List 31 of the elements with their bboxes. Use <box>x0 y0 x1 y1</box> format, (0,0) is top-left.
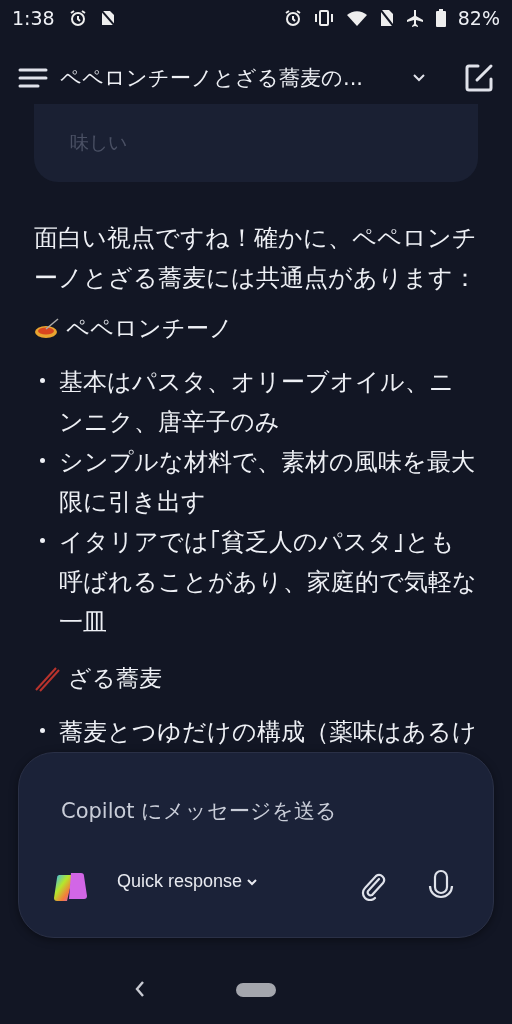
response-mode-dropdown[interactable]: Quick response <box>117 871 259 892</box>
vibrate-icon <box>313 10 334 26</box>
section-heading: ざる蕎麦 <box>68 664 162 693</box>
bullet-text: シンプルな材料で、素材の風味を最大限に引き出す <box>59 447 476 518</box>
bullet-text: イタリアでは｢貧乏人のパスタ｣とも呼ばれることがあり、家庭的で気軽な一皿 <box>59 527 478 638</box>
no-sim-icon <box>100 10 115 26</box>
alarm-icon <box>283 9 302 27</box>
bullet-dot <box>40 378 45 383</box>
chevron-down-icon[interactable] <box>412 73 426 83</box>
response-paragraph: 面白い視点ですね！確かに、ペペロンチーノとざる蕎麦には共通点があります： <box>34 223 478 294</box>
bullet-dot <box>40 458 45 463</box>
wifi-icon <box>345 9 368 27</box>
menu-icon[interactable] <box>18 67 48 89</box>
section-heading: ペペロンチーノ <box>66 314 233 343</box>
chevron-down-icon[interactable] <box>246 877 259 886</box>
new-chat-icon[interactable] <box>464 63 494 93</box>
paperclip-icon[interactable] <box>359 871 387 901</box>
status-time: 1:38 <box>12 7 55 29</box>
spaghetti-icon <box>34 315 60 341</box>
bullet-dot <box>40 728 45 733</box>
message-placeholder[interactable]: Copilot にメッセージを送る <box>61 797 338 825</box>
battery-icon <box>435 9 446 27</box>
battery-percent: 82% <box>457 7 500 29</box>
conversation-title[interactable]: ペペロンチーノとざる蕎麦の... <box>60 64 400 92</box>
no-sim-icon <box>379 9 394 27</box>
bullet-text: 蕎麦とつゆだけの構成（薬味はあるけ <box>59 717 477 748</box>
airplane-icon <box>405 9 424 27</box>
home-handle[interactable] <box>236 983 276 997</box>
bullet-text: 基本はパスタ、オリーブオイル、ニンニク、唐辛子のみ <box>59 367 455 438</box>
alarm-icon <box>68 9 87 27</box>
bullet-dot <box>40 538 45 543</box>
